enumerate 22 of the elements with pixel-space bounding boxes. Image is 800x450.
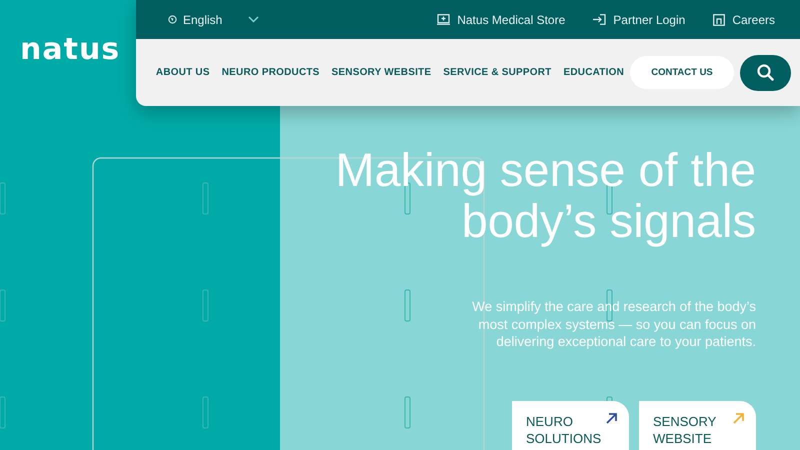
- nav-link[interactable]: EDUCATION: [563, 67, 624, 78]
- utility-link[interactable]: Partner Login: [593, 12, 686, 26]
- card-label: NEURO SOLUTIONS: [526, 412, 599, 446]
- globe-icon: [168, 15, 177, 24]
- utility-link[interactable]: Careers: [713, 12, 775, 26]
- monitor-icon: [437, 14, 450, 25]
- contact-button[interactable]: CONTACT US: [630, 56, 734, 89]
- language-selector[interactable]: English: [168, 12, 260, 26]
- building-icon: [713, 14, 726, 26]
- card-label: SENSORY WEBSITE: [653, 412, 718, 446]
- login-icon: [593, 14, 606, 25]
- nav-link[interactable]: SERVICE & SUPPORT: [443, 67, 552, 78]
- search-button[interactable]: [740, 54, 791, 90]
- utility-link[interactable]: Natus Medical Store: [437, 12, 566, 26]
- hero-headline: Making sense of the body’s signals: [334, 144, 756, 246]
- solution-card[interactable]: NEURO SOLUTIONS: [512, 400, 629, 450]
- nav-link[interactable]: ABOUT US: [156, 67, 210, 78]
- nav-link[interactable]: SENSORY WEBSITE: [332, 67, 432, 78]
- solution-card[interactable]: SENSORY WEBSITE: [639, 400, 756, 450]
- chevron-down-icon: [248, 16, 260, 23]
- nav-link[interactable]: NEURO PRODUCTS: [222, 67, 320, 78]
- search-icon: [757, 64, 774, 81]
